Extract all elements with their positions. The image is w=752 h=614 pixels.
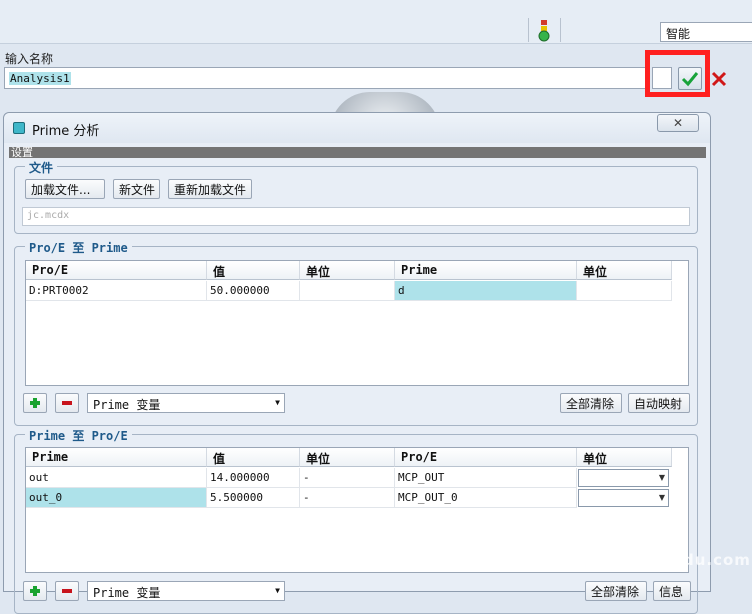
name-label: 输入名称 — [5, 52, 54, 66]
column-header[interactable]: Pro/E — [26, 261, 207, 280]
top-toolbar — [0, 0, 752, 44]
chevron-down-icon: ▼ — [658, 473, 665, 482]
column-header[interactable]: 值 — [207, 261, 300, 280]
baidu-watermark: Bai 经验 jingyan.baidu.com — [578, 518, 751, 569]
prime-variable-select[interactable]: Prime 变量 ▼ — [87, 393, 285, 413]
load-file-button[interactable]: 加载文件... — [25, 179, 105, 199]
column-header[interactable]: 值 — [207, 448, 300, 467]
prime-app-icon — [13, 122, 25, 134]
proe-param-cell[interactable]: D:PRT0002 — [26, 281, 207, 301]
dialog-title: Prime 分析 — [32, 124, 100, 139]
watermark-url: jingyan.baidu.com — [578, 551, 751, 569]
proe-to-prime-title: Pro/E 至 Prime — [25, 239, 132, 256]
analysis-name-value: Analysis1 — [9, 72, 71, 85]
prime-variable-select[interactable]: Prime 变量 ▼ — [87, 581, 285, 601]
prime-var-cell[interactable]: d — [395, 281, 577, 301]
traffic-light-icon[interactable] — [538, 20, 550, 42]
column-header[interactable]: Prime — [395, 261, 577, 280]
auto-map-button[interactable]: 自动映射 — [628, 393, 690, 413]
column-header[interactable]: Pro/E — [395, 448, 577, 467]
dialog-title-bar: Prime 分析 ✕ — [4, 113, 710, 143]
proe-to-prime-table: Pro/E 值 单位 Prime 单位 D:PRT0002 50.000000 … — [25, 260, 689, 386]
minus-icon — [62, 401, 72, 405]
table-header-row: Pro/E 值 单位 Prime 单位 — [26, 261, 688, 281]
chevron-down-icon: ▼ — [275, 398, 280, 407]
add-row-button[interactable] — [23, 393, 47, 413]
select-value: Prime 变量 — [93, 398, 161, 412]
prime-to-proe-title: Prime 至 Pro/E — [25, 427, 132, 444]
toolbar-separator — [528, 18, 529, 42]
unit-cell[interactable] — [300, 281, 395, 301]
file-group: 文件 加载文件... 新文件 重新加载文件 jc.mcdx — [14, 159, 698, 234]
dialog-close-button[interactable]: ✕ — [657, 114, 699, 132]
column-header[interactable]: 单位 — [577, 261, 672, 280]
table-row[interactable]: out_0 5.500000 - MCP_OUT_0 ▼ — [26, 488, 688, 508]
prime-var-cell[interactable]: out — [26, 468, 207, 488]
unit-dropdown[interactable]: ▼ — [578, 469, 669, 487]
clear-all-button[interactable]: 全部清除 — [585, 581, 647, 601]
minus-icon — [62, 589, 72, 593]
plus-icon — [30, 398, 40, 408]
proe-unit-cell: ▼ — [577, 488, 672, 508]
select-value: Prime 变量 — [93, 586, 161, 600]
remove-row-button[interactable] — [55, 393, 79, 413]
value-cell[interactable]: 5.500000 — [207, 488, 300, 508]
table-header-row: Prime 值 单位 Pro/E 单位 — [26, 448, 688, 468]
column-header[interactable]: Prime — [26, 448, 207, 467]
analysis-name-input[interactable]: Analysis1 — [4, 67, 648, 89]
proe-param-cell[interactable]: MCP_OUT_0 — [395, 488, 577, 508]
proe-param-cell[interactable]: MCP_OUT — [395, 468, 577, 488]
chevron-down-icon: ▼ — [275, 586, 280, 595]
prime-unit-cell[interactable] — [577, 281, 672, 301]
new-file-button[interactable]: 新文件 — [113, 179, 160, 199]
smart-filter-select[interactable]: 智能 — [660, 22, 752, 42]
column-header[interactable]: 单位 — [577, 448, 672, 467]
column-header[interactable]: 单位 — [300, 261, 395, 280]
chevron-down-icon: ▼ — [658, 493, 665, 502]
callout-highlight-box — [645, 50, 710, 97]
unit-cell[interactable]: - — [300, 488, 395, 508]
unit-dropdown[interactable]: ▼ — [578, 489, 669, 507]
column-header[interactable]: 单位 — [300, 448, 395, 467]
file-group-title: 文件 — [25, 159, 58, 176]
proe-to-prime-group: Pro/E 至 Prime Pro/E 值 单位 Prime 单位 D:PRT0… — [14, 239, 698, 426]
settings-label: 设置 — [11, 147, 33, 158]
file-path-field[interactable]: jc.mcdx — [22, 207, 690, 226]
remove-row-button[interactable] — [55, 581, 79, 601]
add-row-button[interactable] — [23, 581, 47, 601]
value-cell[interactable]: 50.000000 — [207, 281, 300, 301]
watermark-title: Bai 经验 — [578, 524, 680, 554]
plus-icon — [30, 586, 40, 596]
close-x-icon — [711, 71, 727, 87]
toolbar-separator — [560, 18, 561, 42]
table-row[interactable]: out 14.000000 - MCP_OUT ▼ — [26, 468, 688, 488]
proe-unit-cell: ▼ — [577, 468, 672, 488]
unit-cell[interactable]: - — [300, 468, 395, 488]
clear-all-button[interactable]: 全部清除 — [560, 393, 622, 413]
value-cell[interactable]: 14.000000 — [207, 468, 300, 488]
cancel-button[interactable] — [708, 68, 730, 90]
info-button[interactable]: 信息 — [653, 581, 691, 601]
prime-var-cell[interactable]: out_0 — [26, 488, 207, 508]
settings-tab-strip[interactable]: 设置 — [9, 147, 706, 158]
reload-file-button[interactable]: 重新加载文件 — [168, 179, 252, 199]
table-row[interactable]: D:PRT0002 50.000000 d — [26, 281, 688, 301]
